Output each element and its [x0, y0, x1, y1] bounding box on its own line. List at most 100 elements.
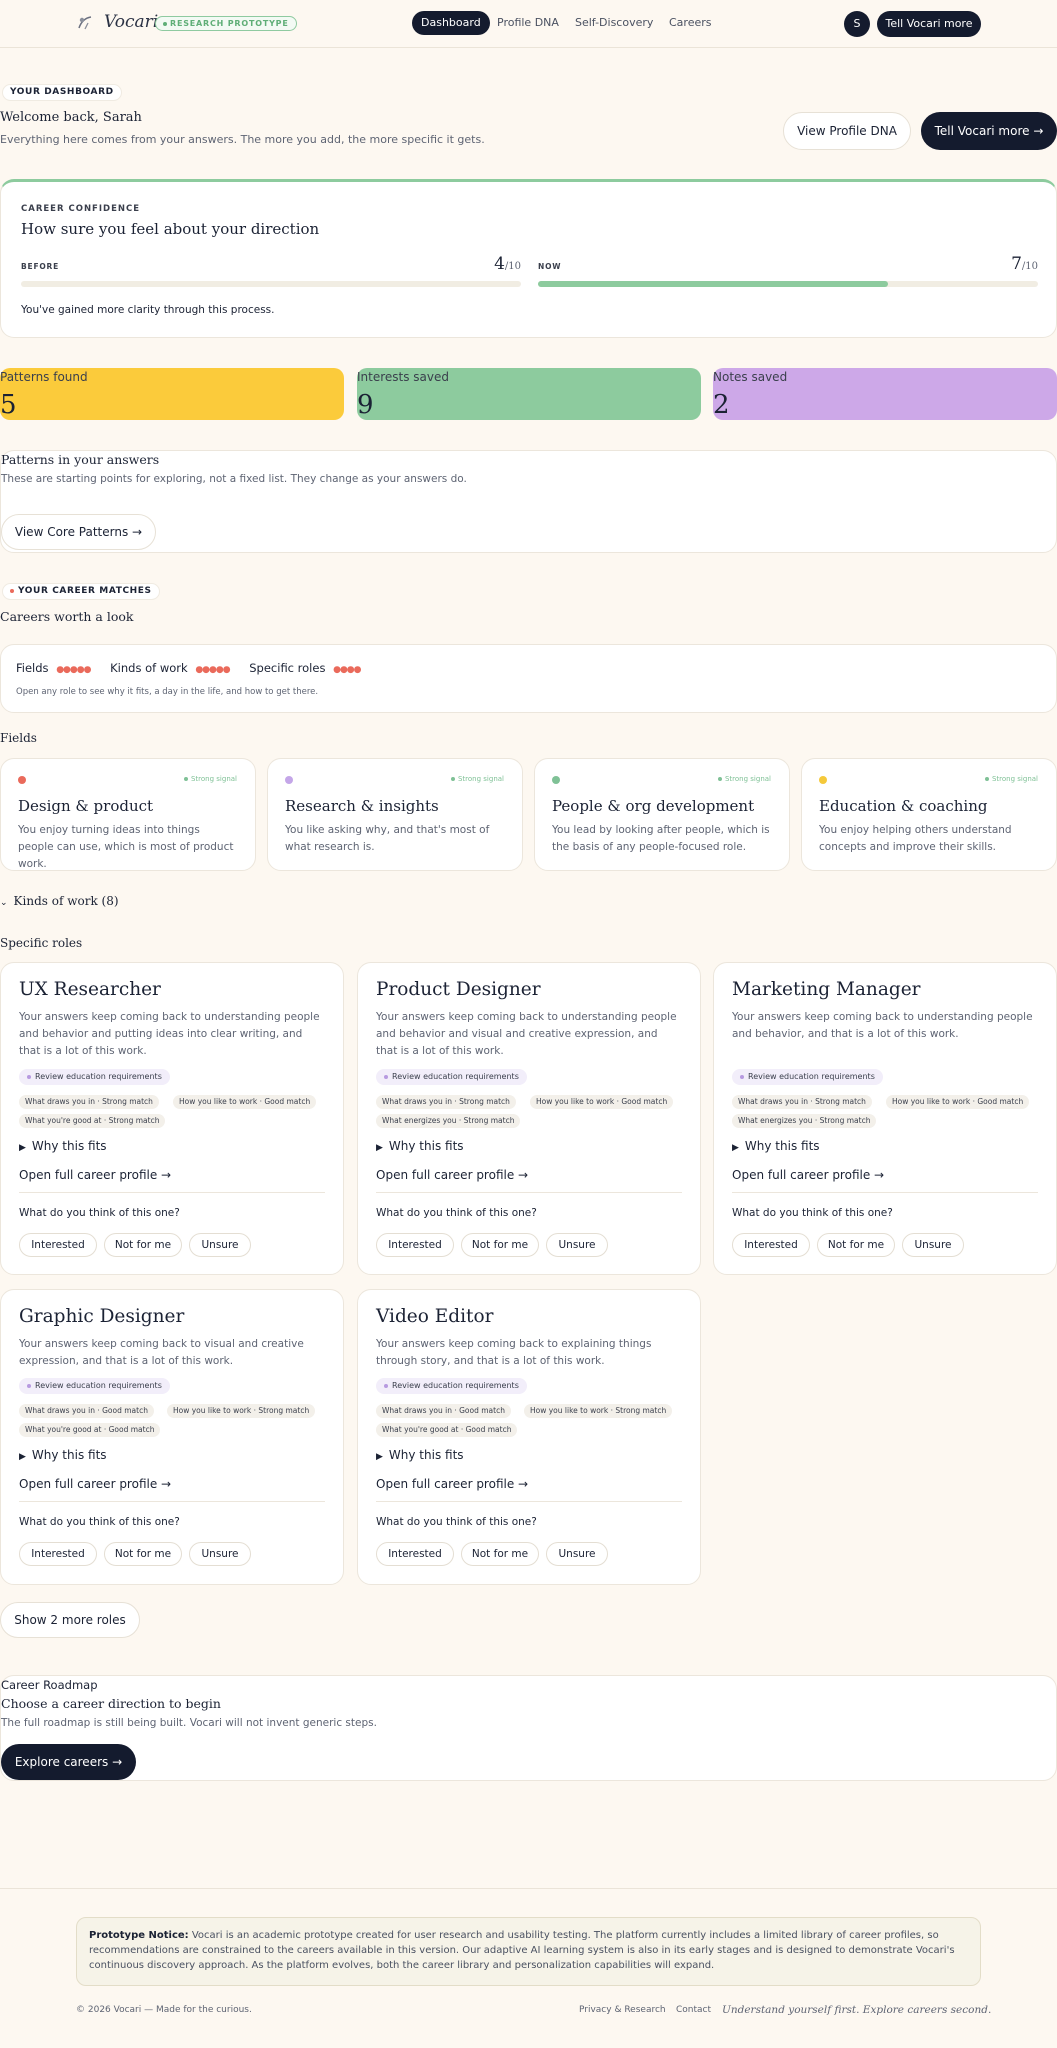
stat-patterns-found[interactable]: Patterns found 5: [0, 368, 344, 420]
logo-icon: [78, 16, 92, 30]
stat-notes-saved[interactable]: Notes saved 2: [713, 368, 1057, 420]
divider: [376, 1192, 682, 1193]
divider: [19, 1501, 325, 1502]
nav-dashboard[interactable]: Dashboard: [412, 11, 490, 35]
why-this-fits-toggle[interactable]: Why this fits: [19, 1448, 107, 1462]
open-career-profile-link[interactable]: Open full career profile →: [376, 1477, 528, 1491]
unsure-button[interactable]: Unsure: [189, 1233, 251, 1257]
field-signal: Strong signal: [985, 775, 1038, 783]
privacy-research-link[interactable]: Privacy & Research: [579, 2005, 666, 2015]
nav-careers[interactable]: Careers: [669, 11, 712, 35]
unsure-button[interactable]: Unsure: [546, 1233, 608, 1257]
not-for-me-button[interactable]: Not for me: [104, 1542, 182, 1566]
stat-value: 2: [713, 390, 730, 420]
why-this-fits-toggle[interactable]: Why this fits: [19, 1139, 107, 1153]
interested-button[interactable]: Interested: [19, 1542, 97, 1566]
interested-button[interactable]: Interested: [376, 1542, 454, 1566]
feedback-prompt: What do you think of this one?: [19, 1207, 180, 1219]
interested-button[interactable]: Interested: [732, 1233, 810, 1257]
open-career-profile-link[interactable]: Open full career profile →: [19, 1168, 171, 1182]
field-dot: [819, 776, 827, 784]
top-nav: Vocari RESEARCH PROTOTYPE Dashboard Prof…: [0, 0, 1057, 48]
education-requirements-chip[interactable]: Review education requirements: [19, 1378, 170, 1394]
role-desc: Your answers keep coming back to explain…: [376, 1338, 652, 1367]
brand-name[interactable]: Vocari: [104, 12, 158, 32]
now-score: 7/10: [988, 254, 1038, 274]
match-tag: What draws you in · Good match: [376, 1404, 511, 1418]
career-confidence-card: CAREER CONFIDENCE How sure you feel abou…: [0, 179, 1057, 338]
avatar[interactable]: S: [844, 11, 870, 37]
kinds-of-work-toggle[interactable]: ⌄ Kinds of work (8): [0, 894, 119, 908]
match-tag: What draws you in · Strong match: [19, 1095, 159, 1109]
education-requirements-chip[interactable]: Review education requirements: [732, 1069, 883, 1085]
match-tag: How you like to work · Good match: [886, 1095, 1030, 1109]
roadmap-subtitle: The full roadmap is still being built. V…: [1, 1717, 377, 1729]
before-progress-bar: [21, 281, 521, 287]
tell-vocari-more-nav-button[interactable]: Tell Vocari more: [877, 11, 981, 37]
open-career-profile-link[interactable]: Open full career profile →: [732, 1168, 884, 1182]
prototype-badge: RESEARCH PROTOTYPE: [155, 16, 297, 31]
feedback-prompt: What do you think of this one?: [732, 1207, 893, 1219]
role-desc: Your answers keep coming back to underst…: [732, 1011, 1033, 1040]
interested-button[interactable]: Interested: [376, 1233, 454, 1257]
patterns-title: Patterns in your answers: [1, 452, 160, 467]
unsure-button[interactable]: Unsure: [546, 1542, 608, 1566]
view-core-patterns-button[interactable]: View Core Patterns →: [1, 514, 156, 550]
divider: [376, 1501, 682, 1502]
not-for-me-button[interactable]: Not for me: [817, 1233, 895, 1257]
unsure-button[interactable]: Unsure: [189, 1542, 251, 1566]
field-signal: Strong signal: [184, 775, 237, 783]
confidence-title: How sure you feel about your direction: [21, 220, 320, 238]
field-desc: You like asking why, and that's most of …: [285, 824, 490, 853]
unsure-button[interactable]: Unsure: [902, 1233, 964, 1257]
contact-link[interactable]: Contact: [676, 2005, 711, 2015]
before-score-value: 4: [494, 254, 505, 274]
field-dot: [285, 776, 293, 784]
field-title: People & org development: [552, 797, 755, 815]
role-title: Product Designer: [376, 979, 541, 1000]
education-requirements-chip[interactable]: Review education requirements: [376, 1069, 527, 1085]
field-card[interactable]: Strong signal People & org development Y…: [534, 758, 790, 871]
field-card[interactable]: Strong signal Education & coaching You e…: [801, 758, 1057, 871]
dashboard-eyebrow: YOUR DASHBOARD: [2, 84, 122, 101]
show-more-roles-button[interactable]: Show 2 more roles: [0, 1602, 140, 1638]
nav-self-discovery[interactable]: Self-Discovery: [575, 11, 653, 35]
field-title: Design & product: [18, 797, 154, 815]
open-career-profile-link[interactable]: Open full career profile →: [19, 1477, 171, 1491]
why-this-fits-toggle[interactable]: Why this fits: [732, 1139, 820, 1153]
match-tag: What draws you in · Good match: [19, 1404, 154, 1418]
role-title: UX Researcher: [19, 979, 161, 1000]
why-this-fits-toggle[interactable]: Why this fits: [376, 1139, 464, 1153]
field-card[interactable]: Strong signal Design & product You enjoy…: [0, 758, 256, 871]
field-desc: You enjoy turning ideas into things peop…: [18, 824, 234, 870]
role-card-ux-researcher: UX Researcher Your answers keep coming b…: [0, 962, 344, 1275]
legend-fields: Fields: [16, 661, 49, 675]
interested-button[interactable]: Interested: [19, 1233, 97, 1257]
match-tag: How you like to work · Good match: [173, 1095, 317, 1109]
match-tag: What you're good at · Good match: [376, 1423, 518, 1437]
legend-fields-dots: ●●●●●: [56, 665, 91, 675]
nav-profile-dna[interactable]: Profile DNA: [497, 11, 559, 35]
not-for-me-button[interactable]: Not for me: [461, 1233, 539, 1257]
kinds-of-work-count: (8): [101, 894, 119, 908]
explore-careers-button[interactable]: Explore careers →: [1, 1744, 136, 1780]
field-desc: You lead by looking after people, which …: [552, 824, 770, 853]
stat-interests-saved[interactable]: Interests saved 9: [357, 368, 701, 420]
roadmap-card: Career Roadmap Choose a career direction…: [0, 1675, 1057, 1781]
prototype-badge-label: RESEARCH PROTOTYPE: [170, 19, 289, 28]
field-card[interactable]: Strong signal Research & insights You li…: [267, 758, 523, 871]
not-for-me-button[interactable]: Not for me: [104, 1233, 182, 1257]
role-card-marketing-manager: Marketing Manager Your answers keep comi…: [713, 962, 1057, 1275]
education-requirements-chip[interactable]: Review education requirements: [19, 1069, 170, 1085]
education-requirements-chip[interactable]: Review education requirements: [376, 1378, 527, 1394]
match-tag: What draws you in · Strong match: [732, 1095, 872, 1109]
why-this-fits-toggle[interactable]: Why this fits: [376, 1448, 464, 1462]
open-career-profile-link[interactable]: Open full career profile →: [376, 1168, 528, 1182]
view-profile-dna-button[interactable]: View Profile DNA: [783, 112, 911, 150]
feedback-prompt: What do you think of this one?: [19, 1516, 180, 1528]
not-for-me-button[interactable]: Not for me: [461, 1542, 539, 1566]
match-tag: What energizes you · Strong match: [732, 1114, 877, 1128]
tell-vocari-more-button[interactable]: Tell Vocari more →: [921, 112, 1057, 150]
roles-heading: Specific roles: [0, 936, 83, 950]
footer-tagline: Understand yourself first. Explore caree…: [722, 2004, 992, 2016]
